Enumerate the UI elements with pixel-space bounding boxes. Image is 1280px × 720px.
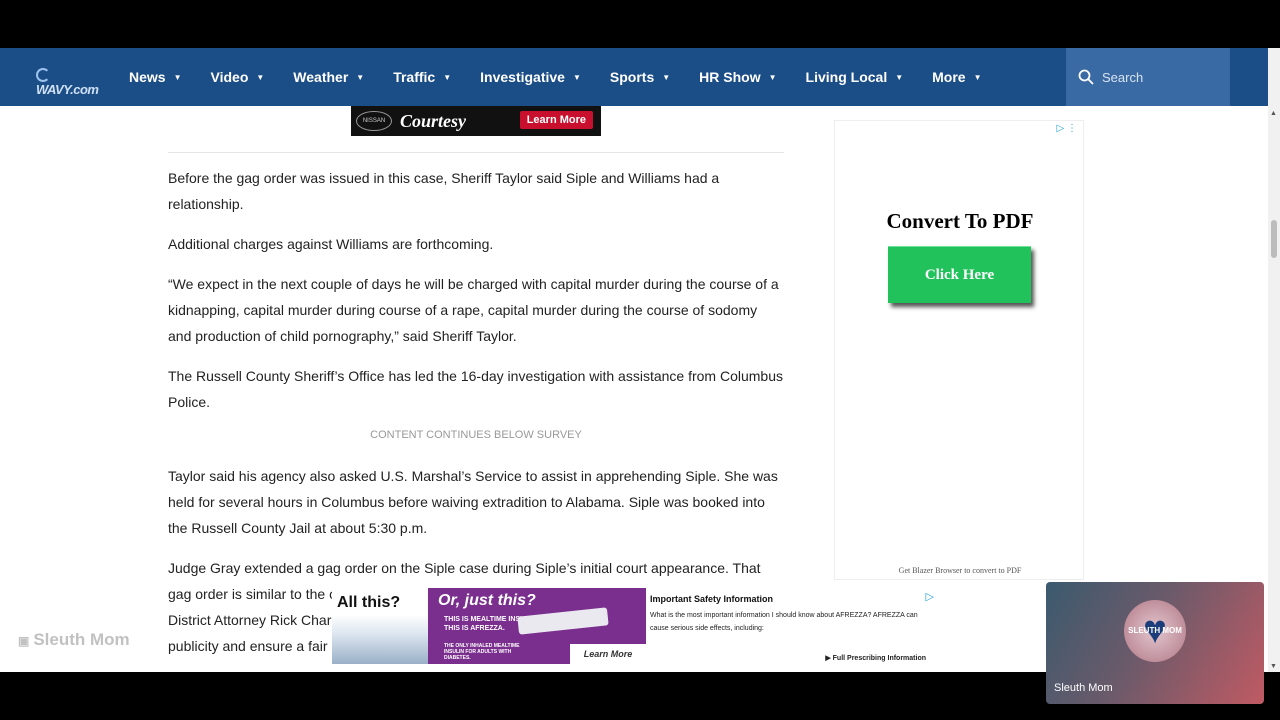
tv-icon: ▣: [18, 634, 30, 648]
adchoices-icon[interactable]: ▷ ⋮: [1057, 123, 1077, 134]
convert-pdf-ad[interactable]: ▷ ⋮ Convert To PDF Click Here Get Blazer…: [834, 120, 1084, 580]
nav-item-hr-show[interactable]: HR Show ▼: [699, 69, 776, 85]
nav-label: Investigative: [480, 69, 565, 85]
paragraph-line: publicity and ensure a fair: [168, 638, 328, 654]
caret-down-icon: ▼: [895, 72, 904, 82]
ad-line: THE ONLY INHALED MEALTIME INSULIN FOR AD…: [444, 643, 520, 661]
stream-watermark: ▣ Sleuth Mom: [18, 630, 130, 650]
safety-info: Important Safety Information What is the…: [650, 594, 934, 662]
afrezza-bottom-ad[interactable]: All this? Or, just this? THIS IS MEALTIM…: [332, 588, 938, 672]
nav-item-living-local[interactable]: Living Local ▼: [806, 69, 904, 85]
watermark-text: Sleuth Mom: [33, 630, 130, 649]
prescribing-info-link[interactable]: ▶ Full Prescribing Information: [825, 654, 926, 662]
search-input[interactable]: [1102, 69, 1222, 85]
logo-swoosh-icon: [36, 67, 50, 82]
nav-item-investigative[interactable]: Investigative ▼: [480, 69, 581, 85]
caret-down-icon: ▼: [973, 72, 982, 82]
ad-line: THIS IS AFREZZA.: [444, 625, 505, 632]
survey-note: CONTENT CONTINUES BELOW SURVEY: [370, 429, 582, 441]
nav-label: Sports: [609, 69, 655, 85]
scroll-up-icon[interactable]: ▲: [1270, 110, 1277, 117]
nav-label: Video: [210, 69, 249, 85]
article-paragraph: Taylor said his agency also asked U.S. M…: [168, 468, 778, 536]
nav-item-traffic[interactable]: Traffic ▼: [393, 69, 451, 85]
nav-label: Traffic: [393, 69, 436, 85]
nav-item-sports[interactable]: Sports ▼: [610, 69, 670, 85]
ad-left-panel: All this?: [332, 588, 428, 664]
inhaler-image: [517, 607, 609, 635]
caret-down-icon: ▼: [173, 72, 182, 82]
adchoices-icon[interactable]: ▷: [926, 590, 934, 603]
scroll-down-icon[interactable]: ▼: [1270, 663, 1277, 670]
logo-text: WAVY.com: [36, 81, 99, 97]
paragraph-line: District Attorney Rick Char: [168, 612, 332, 628]
scrollbar-thumb[interactable]: [1271, 220, 1277, 258]
nav-label: Weather: [293, 69, 349, 85]
search-box[interactable]: [1066, 48, 1230, 106]
logo-text: SLEUTH MOM: [1128, 626, 1182, 635]
article-paragraph: “We expect in the next couple of days he…: [168, 276, 779, 344]
caret-down-icon: ▼: [443, 72, 452, 82]
ad-mid-panel: Or, just this? THIS IS MEALTIME INSULIN.…: [428, 588, 646, 664]
top-navbar: WAVY.com News ▼ Video ▼ Weather ▼ Traffic ▼ …: [0, 48, 1268, 106]
ad-question-2: Or, just this?: [438, 592, 536, 609]
ad-title: Convert To PDF: [886, 209, 1034, 233]
caret-down-icon: ▼: [768, 72, 777, 82]
channel-logo: ♥ SLEUTH MOM: [1110, 600, 1200, 662]
ad-question: All this?: [337, 594, 401, 611]
nav-item-news[interactable]: News ▼: [129, 69, 182, 85]
safety-body: What is the most important information I…: [650, 612, 918, 632]
page-scrollbar[interactable]: ▲ ▼: [1268, 48, 1280, 672]
article-body: Before the gag order was issued in this …: [168, 165, 784, 659]
ad-footer: Get Blazer Browser to convert to PDF: [898, 566, 1022, 575]
article-paragraph: Before the gag order was issued in this …: [168, 170, 720, 212]
safety-title: Important Safety Information: [650, 594, 774, 604]
nav-label: Living Local: [805, 69, 888, 85]
browser-viewport: WAVY.com News ▼ Video ▼ Weather ▼ Traffic ▼ …: [0, 48, 1280, 672]
caret-down-icon: ▼: [662, 72, 671, 82]
nav-item-video[interactable]: Video ▼: [211, 69, 265, 85]
learn-more-button[interactable]: Learn More: [570, 644, 646, 664]
nissan-banner-ad[interactable]: NISSAN Courtesy Learn More: [351, 106, 601, 136]
nav-label: HR Show: [699, 69, 761, 85]
webcam-overlay: ♥ SLEUTH MOM Sleuth Mom: [1046, 582, 1264, 704]
search-icon: [1078, 69, 1094, 85]
caret-down-icon: ▼: [572, 72, 581, 82]
article-paragraph: The Russell County Sheriff’s Office has …: [168, 368, 784, 410]
nav-item-more[interactable]: More ▼: [932, 69, 981, 85]
caret-down-icon: ▼: [256, 72, 265, 82]
learn-more-button[interactable]: Learn More: [519, 111, 593, 129]
divider: [168, 152, 784, 153]
nav-label: More: [932, 69, 966, 85]
nissan-logo: NISSAN: [356, 111, 392, 131]
nav-item-weather[interactable]: Weather ▼: [293, 69, 364, 85]
caret-down-icon: ▼: [356, 72, 365, 82]
site-logo[interactable]: WAVY.com: [36, 66, 99, 97]
article-paragraph: Additional charges against Williams are …: [168, 236, 494, 252]
nav-menu: News ▼ Video ▼ Weather ▼ Traffic ▼ Investiga…: [129, 48, 1011, 106]
cam-name-label: Sleuth Mom: [1054, 682, 1113, 694]
nav-label: News: [129, 69, 166, 85]
ad-headline: Courtesy: [400, 110, 467, 131]
click-here-button[interactable]: Click Here: [888, 246, 1031, 303]
